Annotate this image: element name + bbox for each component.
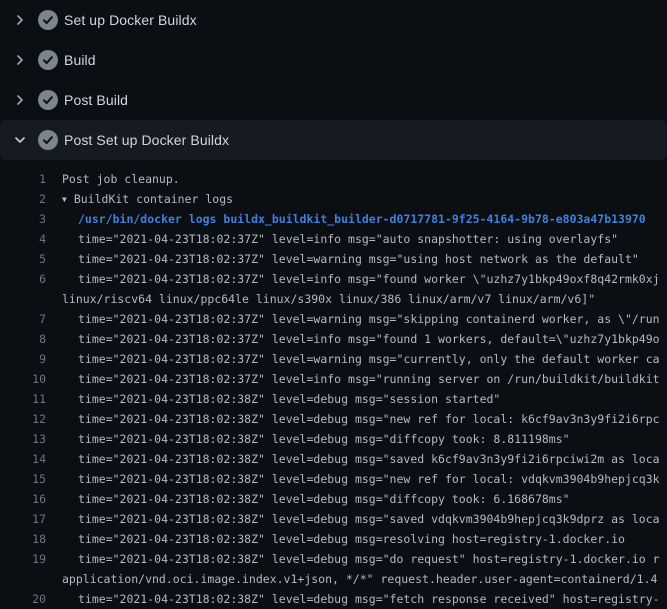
log-line-number[interactable]: 14 xyxy=(0,449,46,469)
log-line-text: linux/riscv64 linux/ppc64le linux/s390x … xyxy=(46,289,595,309)
chevron-right-icon[interactable] xyxy=(12,92,28,108)
log-line-number[interactable]: 18 xyxy=(0,529,46,549)
step-row-post-build[interactable]: Post Build xyxy=(0,80,667,120)
log-line-text: time="2021-04-23T18:02:37Z" level=info m… xyxy=(46,269,660,289)
log-line-number[interactable]: 3 xyxy=(0,209,46,229)
check-circle-icon xyxy=(38,130,58,150)
log-line: 12 time="2021-04-23T18:02:38Z" level=deb… xyxy=(0,409,667,429)
log-line-text: time="2021-04-23T18:02:38Z" level=debug … xyxy=(46,429,570,449)
log-line: 18 time="2021-04-23T18:02:38Z" level=deb… xyxy=(0,529,667,549)
log-line-text: time="2021-04-23T18:02:37Z" level=info m… xyxy=(46,369,660,389)
chevron-right-icon[interactable] xyxy=(12,52,28,68)
log-line: 5 time="2021-04-23T18:02:37Z" level=warn… xyxy=(0,249,667,269)
step-row-set-up-docker-buildx[interactable]: Set up Docker Buildx xyxy=(0,0,667,40)
log-line-number[interactable]: 9 xyxy=(0,349,46,369)
log-line-number[interactable]: 1 xyxy=(0,169,46,189)
log-line: 19 time="2021-04-23T18:02:38Z" level=deb… xyxy=(0,549,667,569)
log-line-text: time="2021-04-23T18:02:38Z" level=debug … xyxy=(46,549,660,569)
log-line-text: ▼ BuildKit container logs xyxy=(46,189,233,209)
chevron-down-icon[interactable] xyxy=(12,132,28,148)
log-line-number[interactable]: 19 xyxy=(0,549,46,569)
step-label: Set up Docker Buildx xyxy=(64,12,197,28)
step-label: Post Build xyxy=(64,92,128,108)
log-line: 3 /usr/bin/docker logs buildx_buildkit_b… xyxy=(0,209,667,229)
log-line-number[interactable]: 15 xyxy=(0,469,46,489)
log-line-number[interactable]: 8 xyxy=(0,329,46,349)
log-line-text: time="2021-04-23T18:02:37Z" level=warnin… xyxy=(46,349,660,369)
log-line-text: time="2021-04-23T18:02:37Z" level=warnin… xyxy=(46,309,660,329)
log-line-number[interactable]: 12 xyxy=(0,409,46,429)
log-line: 14 time="2021-04-23T18:02:38Z" level=deb… xyxy=(0,449,667,469)
log-line: 10 time="2021-04-23T18:02:37Z" level=inf… xyxy=(0,369,667,389)
log-line-number[interactable]: 4 xyxy=(0,229,46,249)
log-line-text: Post job cleanup. xyxy=(46,169,180,189)
log-line: 7 time="2021-04-23T18:02:37Z" level=warn… xyxy=(0,309,667,329)
log-line: 11 time="2021-04-23T18:02:38Z" level=deb… xyxy=(0,389,667,409)
log-line-text: time="2021-04-23T18:02:38Z" level=debug … xyxy=(46,469,660,489)
check-circle-icon xyxy=(38,50,58,70)
steps-list: Set up Docker Buildx Build xyxy=(0,0,667,160)
log-line: 15 time="2021-04-23T18:02:38Z" level=deb… xyxy=(0,469,667,489)
log-line: 20 time="2021-04-23T18:02:38Z" level=deb… xyxy=(0,589,667,609)
step-row-build[interactable]: Build xyxy=(0,40,667,80)
log-group-toggle-icon[interactable]: ▼ xyxy=(62,190,67,209)
log-line-text: time="2021-04-23T18:02:38Z" level=debug … xyxy=(46,489,570,509)
log-line: 4 time="2021-04-23T18:02:37Z" level=info… xyxy=(0,229,667,249)
log-line-number[interactable]: 11 xyxy=(0,389,46,409)
log-line-text: time="2021-04-23T18:02:37Z" level=info m… xyxy=(46,329,660,349)
log-line-text: application/vnd.oci.image.index.v1+json,… xyxy=(46,569,657,589)
log-line-number[interactable]: 5 xyxy=(0,249,46,269)
log-line-text: time="2021-04-23T18:02:38Z" level=debug … xyxy=(46,589,660,609)
step-label: Build xyxy=(64,52,96,68)
log-panel: 1 Post job cleanup. 2 ▼ BuildKit containe… xyxy=(0,160,667,609)
log-line: 13 time="2021-04-23T18:02:38Z" level=deb… xyxy=(0,429,667,449)
log-line: 2 ▼ BuildKit container logs xyxy=(0,189,667,209)
log-line-number[interactable]: 17 xyxy=(0,509,46,529)
check-circle-icon xyxy=(38,10,58,30)
log-line-text: time="2021-04-23T18:02:37Z" level=warnin… xyxy=(46,249,639,269)
log-line: 1 Post job cleanup. xyxy=(0,169,667,189)
log-line: linux/riscv64 linux/ppc64le linux/s390x … xyxy=(0,289,667,309)
log-line-text: time="2021-04-23T18:02:38Z" level=debug … xyxy=(46,409,660,429)
log-line: 17 time="2021-04-23T18:02:38Z" level=deb… xyxy=(0,509,667,529)
log-line-text: time="2021-04-23T18:02:38Z" level=debug … xyxy=(46,449,660,469)
log-line: 8 time="2021-04-23T18:02:37Z" level=info… xyxy=(0,329,667,349)
log-line-text: time="2021-04-23T18:02:38Z" level=debug … xyxy=(46,509,660,529)
log-group-label[interactable]: BuildKit container logs xyxy=(74,192,233,206)
log-line-number[interactable]: 16 xyxy=(0,489,46,509)
log-line-number[interactable]: 7 xyxy=(0,309,46,329)
log-line-text: time="2021-04-23T18:02:38Z" level=debug … xyxy=(46,389,500,409)
log-line-number[interactable] xyxy=(0,569,46,589)
log-line-text: time="2021-04-23T18:02:38Z" level=debug … xyxy=(46,529,625,549)
log-line-number[interactable]: 6 xyxy=(0,269,46,289)
chevron-right-icon[interactable] xyxy=(12,12,28,28)
log-line-number[interactable]: 2 xyxy=(0,189,46,209)
log-line-text: time="2021-04-23T18:02:37Z" level=info m… xyxy=(46,229,618,249)
log-line: 6 time="2021-04-23T18:02:37Z" level=info… xyxy=(0,269,667,289)
log-line: application/vnd.oci.image.index.v1+json,… xyxy=(0,569,667,589)
log-line-number[interactable]: 13 xyxy=(0,429,46,449)
log-line-number[interactable] xyxy=(0,289,46,309)
step-label: Post Set up Docker Buildx xyxy=(64,132,229,148)
log-line-number[interactable]: 10 xyxy=(0,369,46,389)
log-line: 16 time="2021-04-23T18:02:38Z" level=deb… xyxy=(0,489,667,509)
step-row-post-set-up-docker-buildx[interactable]: Post Set up Docker Buildx xyxy=(0,120,667,160)
log-line-text: /usr/bin/docker logs buildx_buildkit_bui… xyxy=(46,209,646,229)
log-line: 9 time="2021-04-23T18:02:37Z" level=warn… xyxy=(0,349,667,369)
check-circle-icon xyxy=(38,90,58,110)
log-line-number[interactable]: 20 xyxy=(0,589,46,609)
